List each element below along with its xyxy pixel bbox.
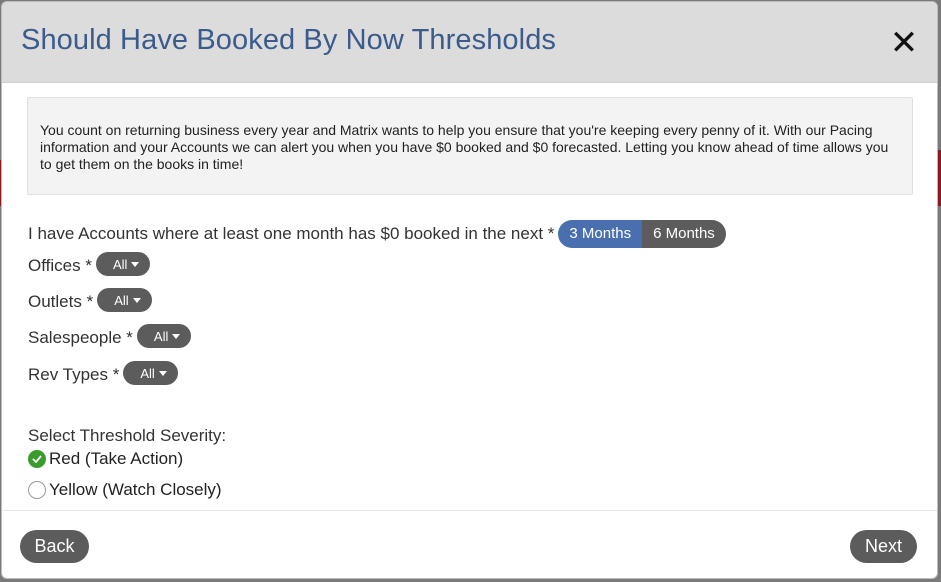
- rev-types-value: All: [140, 365, 155, 381]
- severity-red-option[interactable]: Red (Take Action): [28, 449, 183, 469]
- salespeople-row: Salespeople * All: [28, 324, 192, 350]
- caret-down-icon: [132, 297, 141, 303]
- months-row: I have Accounts where at least one month…: [28, 220, 726, 248]
- rev-types-label: Rev Types *: [28, 365, 120, 384]
- offices-dropdown[interactable]: All: [95, 252, 151, 276]
- outlets-row: Outlets * All: [28, 288, 152, 314]
- outlets-value: All: [114, 292, 129, 308]
- thresholds-modal: Should Have Booked By Now Thresholds ✕ Y…: [1, 1, 938, 579]
- caret-down-icon: [172, 333, 181, 339]
- offices-value: All: [112, 256, 128, 272]
- next-button[interactable]: Next: [850, 530, 917, 563]
- offices-label: Offices *: [28, 256, 92, 275]
- modal-title: Should Have Booked By Now Thresholds: [21, 24, 557, 56]
- severity-red-label: Red (Take Action): [49, 449, 184, 468]
- months-label: I have Accounts where at least one month…: [28, 224, 555, 243]
- modal-header: Should Have Booked By Now Thresholds ✕: [2, 2, 937, 83]
- salespeople-value: All: [153, 328, 169, 344]
- salespeople-dropdown[interactable]: All: [136, 324, 192, 348]
- months-toggle: 3 Months 6 Months: [558, 220, 726, 248]
- outlets-dropdown[interactable]: All: [97, 288, 152, 312]
- caret-down-icon: [158, 370, 167, 376]
- info-box: You count on returning business every ye…: [27, 97, 913, 195]
- severity-yellow-label: Yellow (Watch Closely): [49, 480, 222, 499]
- outlets-label: Outlets *: [28, 292, 94, 311]
- rev-types-row: Rev Types * All: [28, 361, 178, 387]
- severity-label: Select Threshold Severity:: [28, 426, 227, 445]
- rev-types-dropdown[interactable]: All: [123, 361, 178, 385]
- checkmark-icon: [28, 450, 46, 468]
- caret-down-icon: [131, 261, 140, 267]
- offices-row: Offices * All: [28, 252, 151, 278]
- close-icon[interactable]: ✕: [889, 26, 919, 60]
- three-months-button[interactable]: 3 Months: [558, 220, 643, 248]
- salespeople-label: Salespeople *: [28, 328, 133, 347]
- six-months-button[interactable]: 6 Months: [642, 220, 726, 248]
- footer-divider: [2, 510, 937, 511]
- severity-yellow-option[interactable]: Yellow (Watch Closely): [28, 480, 222, 500]
- back-button[interactable]: Back: [20, 530, 89, 563]
- radio-empty-icon: [28, 481, 46, 499]
